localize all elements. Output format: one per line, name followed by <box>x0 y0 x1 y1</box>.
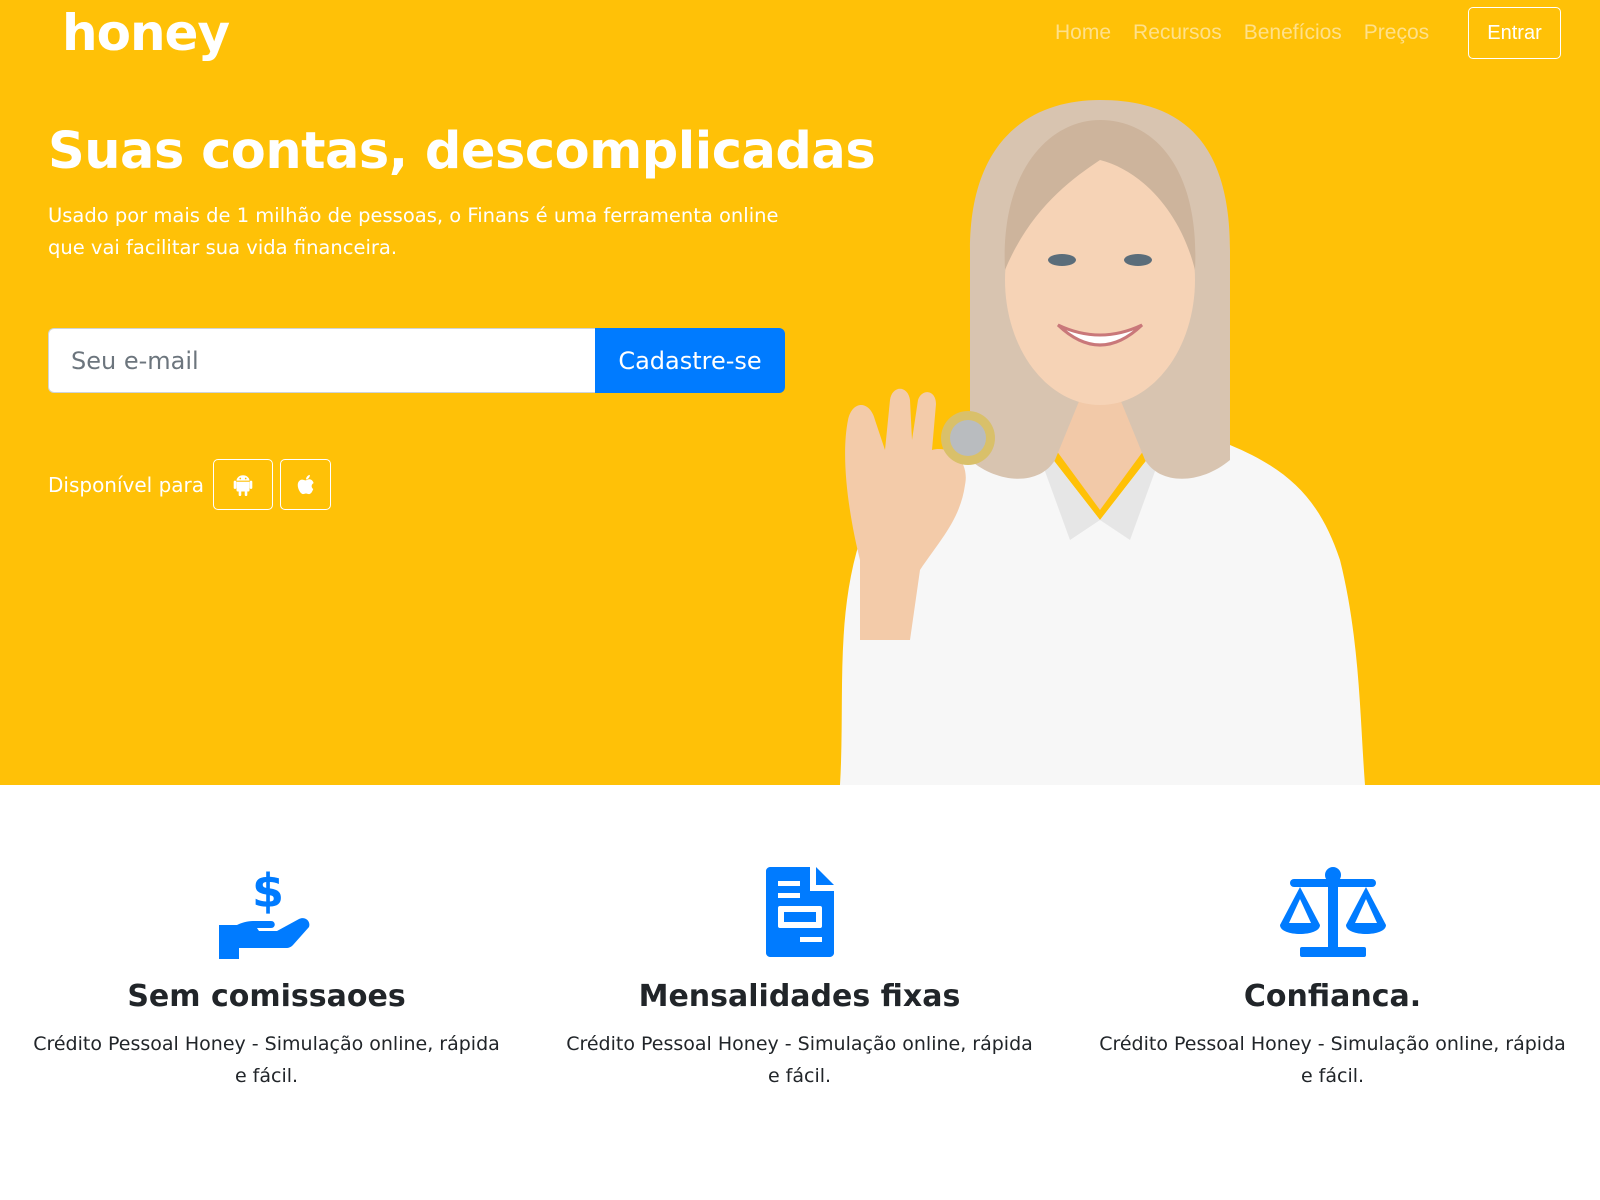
feature-text: Crédito Pessoal Honey - Simulação online… <box>33 1033 500 1087</box>
signup-button[interactable]: Cadastre-se <box>595 328 785 393</box>
feature-card: Mensalidades fixas Crédito Pessoal Honey… <box>533 785 1066 1200</box>
feature-title: Mensalidades fixas <box>638 979 961 1014</box>
feature-card: $ Sem comissaoes Crédito Pessoal Honey -… <box>0 785 533 1200</box>
signup-form: Cadastre-se <box>48 328 785 393</box>
apple-store-button[interactable] <box>280 459 332 510</box>
feature-text: Crédito Pessoal Honey - Simulação online… <box>1099 1033 1566 1087</box>
hero-title: Suas contas, descomplicadas <box>48 122 876 181</box>
feature-title: Confianca. <box>1243 979 1422 1014</box>
android-icon <box>233 474 253 496</box>
features-section: $ Sem comissaoes Crédito Pessoal Honey -… <box>0 785 1600 1200</box>
hero-section: honey Home Recursos Benefícios Preços En… <box>0 0 1600 785</box>
hero-subtitle: Usado por mais de 1 milhão de pessoas, o… <box>48 204 779 259</box>
logo[interactable]: honey <box>62 4 230 62</box>
hero-woman-illustration <box>840 100 1365 785</box>
balance-scale-icon <box>1279 867 1386 957</box>
nav-link-beneficios[interactable]: Benefícios <box>1244 21 1342 45</box>
main-nav: Home Recursos Benefícios Preços <box>1055 21 1429 45</box>
feature-title: Sem comissaoes <box>127 979 406 1014</box>
document-icon <box>765 867 834 957</box>
hand-dollar-icon: $ <box>218 867 309 959</box>
nav-link-recursos[interactable]: Recursos <box>1133 21 1222 45</box>
nav-link-home[interactable]: Home <box>1055 21 1111 45</box>
feature-card: Confianca. Crédito Pessoal Honey - Simul… <box>1066 785 1599 1200</box>
svg-text:$: $ <box>251 867 283 918</box>
feature-text: Crédito Pessoal Honey - Simulação online… <box>566 1033 1033 1087</box>
nav-link-precos[interactable]: Preços <box>1364 21 1429 45</box>
available-label: Disponível para <box>48 472 205 497</box>
email-input[interactable] <box>48 328 595 393</box>
login-button[interactable]: Entrar <box>1468 7 1561 59</box>
available-platforms: Disponível para <box>48 459 332 510</box>
apple-icon <box>297 474 314 494</box>
android-store-button[interactable] <box>213 459 274 510</box>
